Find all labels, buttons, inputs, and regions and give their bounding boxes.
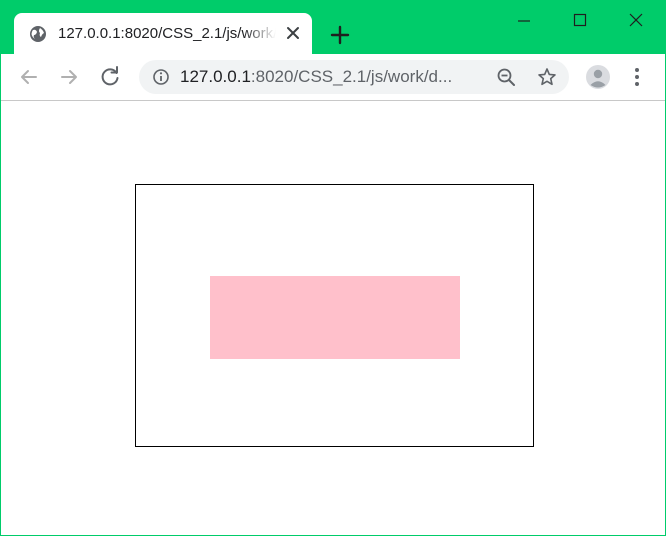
browser-window: 127.0.0.1:8020/CSS_2.1/js/work/demo.html [0,0,666,536]
close-icon [629,13,643,27]
star-icon[interactable] [537,67,557,87]
outer-container-box [135,184,534,447]
title-bar: 127.0.0.1:8020/CSS_2.1/js/work/demo.html [1,1,665,54]
maximize-icon [573,13,587,27]
page-viewport [1,101,665,535]
maximize-button[interactable] [553,1,609,37]
url-path: :8020/CSS_2.1/js/work/d... [250,67,453,86]
tab-active[interactable]: 127.0.0.1:8020/CSS_2.1/js/work/demo.html [14,13,312,54]
minimize-icon [518,20,530,22]
avatar-icon[interactable] [585,64,611,90]
zoom-out-icon[interactable] [496,67,516,87]
close-icon[interactable] [284,24,302,42]
arrow-right-icon[interactable] [56,64,82,90]
browser-toolbar: 127.0.0.1:8020/CSS_2.1/js/work/d... [1,54,665,101]
window-close-button[interactable] [609,1,665,37]
tab-title: 127.0.0.1:8020/CSS_2.1/js/work/demo.html [58,25,276,42]
minimize-button[interactable] [497,1,553,37]
plus-icon[interactable] [326,21,354,49]
url-text[interactable]: 127.0.0.1:8020/CSS_2.1/js/work/d... [180,66,480,88]
globe-icon [30,26,46,42]
info-icon[interactable] [152,68,170,86]
reload-icon[interactable] [97,64,123,90]
url-host: 127.0.0.1 [180,67,251,86]
address-bar[interactable]: 127.0.0.1:8020/CSS_2.1/js/work/d... [139,60,569,94]
more-vert-icon[interactable] [627,66,647,88]
arrow-left-icon[interactable] [16,64,42,90]
inner-pink-box [210,276,460,359]
